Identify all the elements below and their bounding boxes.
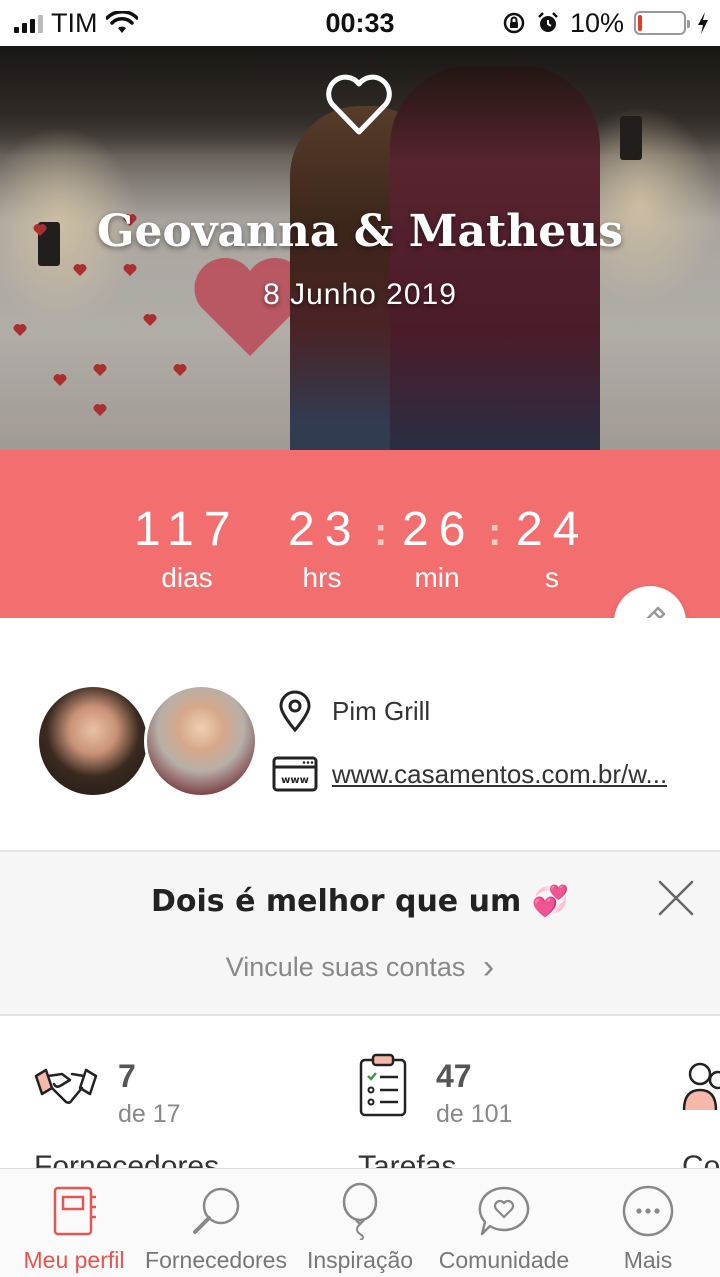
countdown-separator: :: [488, 510, 502, 554]
link-accounts-label: Vincule suas contas: [225, 952, 466, 982]
venue-row[interactable]: Pim Grill: [272, 688, 430, 734]
vendors-label: Fornecedores: [34, 1150, 220, 1168]
balloon-icon: [342, 1182, 378, 1240]
countdown-minutes-label: min: [414, 562, 460, 593]
tab-label: Comunidade: [438, 1247, 570, 1273]
countdown-days: 117: [134, 503, 241, 556]
tab-label: Inspiração: [306, 1247, 414, 1273]
countdown-separator: :: [374, 510, 388, 554]
vendors-total: de 17: [118, 1100, 181, 1128]
notebook-icon: [53, 1186, 96, 1236]
tab-meu-perfil[interactable]: Meu perfil: [4, 1169, 144, 1277]
wedding-countdown: 117 23 : 26 : 24 dias hrs min s: [0, 450, 720, 618]
battery-icon: [634, 11, 690, 35]
charging-icon: [698, 12, 708, 34]
bottom-tab-bar: Meu perfil Fornecedores Inspiração Comun…: [0, 1168, 720, 1277]
status-bar: TIM 00:33 10%: [0, 0, 720, 46]
tab-fornecedores[interactable]: Fornecedores: [145, 1169, 287, 1277]
banner-title: Dois é melhor que um 💞: [150, 884, 570, 919]
countdown-seconds: 24: [516, 503, 590, 556]
tasks-label: Tarefas: [358, 1150, 457, 1168]
link-accounts-action[interactable]: Vincule suas contas ›: [0, 948, 720, 987]
chat-heart-icon: [478, 1186, 530, 1236]
vendors-count: 7: [118, 1058, 136, 1094]
bride-avatar[interactable]: [36, 684, 150, 798]
venue-name: Pim Grill: [332, 695, 431, 726]
couple-names: Geovanna & Matheus: [96, 206, 624, 257]
countdown-hours: 23: [288, 503, 362, 556]
more-icon: [622, 1185, 674, 1237]
countdown-days-label: dias: [161, 562, 213, 593]
tab-comunidade[interactable]: Comunidade: [434, 1169, 574, 1277]
battery-percent: 10%: [569, 7, 624, 38]
svg-text:www: www: [281, 775, 309, 786]
guests-label: Co: [682, 1150, 720, 1168]
tab-mais[interactable]: Mais: [578, 1169, 718, 1277]
groom-avatar[interactable]: [144, 684, 258, 798]
tab-inspiracao[interactable]: Inspiração: [290, 1169, 430, 1277]
checklist-icon: [359, 1053, 407, 1117]
countdown-minutes: 26: [402, 503, 476, 556]
location-pin-icon: [279, 690, 311, 733]
tasks-count: 47: [436, 1058, 472, 1094]
tasks-total: de 101: [436, 1100, 513, 1128]
countdown-hours-label: hrs: [302, 562, 342, 593]
magnifier-icon: [193, 1187, 240, 1234]
rotation-lock-icon: [503, 12, 525, 34]
guests-icon: [682, 1062, 720, 1111]
wedding-date: 8 Junho 2019: [263, 278, 457, 311]
couple-cover-photo: Geovanna & Matheus 8 Junho 2019: [0, 46, 720, 486]
tab-label: Meu perfil: [23, 1247, 125, 1273]
profile-info: Pim Grill www www.casamentos.com.br/w...: [0, 618, 720, 850]
countdown-seconds-label: s: [545, 562, 559, 593]
website-link[interactable]: www.casamentos.com.br/w...: [332, 759, 667, 790]
website-icon: www: [272, 756, 318, 792]
chevron-right-icon: ›: [482, 948, 495, 986]
status-right: 10%: [502, 0, 710, 46]
tab-label: Fornecedores: [145, 1247, 287, 1273]
wedding-summary: 7 de 17 Fornecedores 47 de 101 Tarefas C…: [0, 1018, 720, 1168]
handshake-icon: [34, 1068, 98, 1104]
link-accounts-banner: Dois é melhor que um 💞 Vincule suas cont…: [0, 850, 720, 1016]
alarm-icon: [538, 12, 558, 32]
tab-label: Mais: [623, 1247, 673, 1273]
close-icon[interactable]: [654, 876, 698, 920]
heart-logo-icon: [326, 74, 392, 135]
website-row[interactable]: www www.casamentos.com.br/w...: [272, 754, 667, 794]
